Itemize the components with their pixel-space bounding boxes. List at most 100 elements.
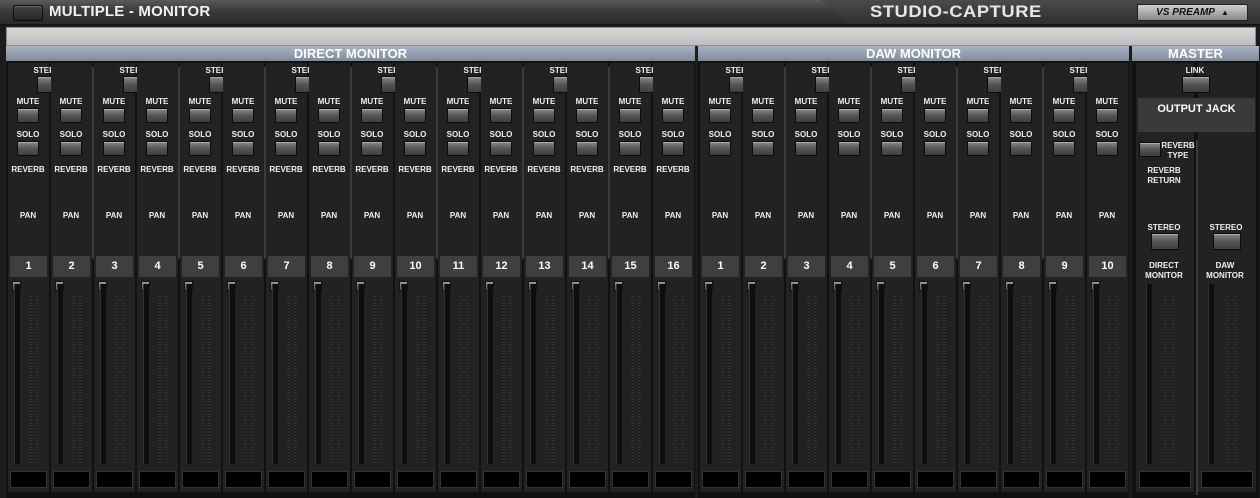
direct-ch7-solo-button[interactable]: [275, 141, 297, 156]
direct-ch4-fader-track[interactable]: [143, 284, 149, 464]
direct-ch2-solo-button[interactable]: [60, 141, 82, 156]
direct-ch13-meter-r: [552, 296, 555, 464]
direct-ch11-fader-track[interactable]: [444, 284, 450, 464]
master-daw-fader-track[interactable]: [1208, 284, 1214, 464]
direct-ch15-mute-button[interactable]: [619, 108, 641, 123]
master-direct-fader-track[interactable]: [1146, 284, 1152, 464]
direct-ch12-mute-button[interactable]: [490, 108, 512, 123]
direct-ch3-fader-track[interactable]: [100, 284, 106, 464]
direct-ch7-mute-button[interactable]: [275, 108, 297, 123]
direct-ch9-fader-track[interactable]: [358, 284, 364, 464]
direct-ch14-mute-button[interactable]: [576, 108, 598, 123]
daw-ch9-mute-button[interactable]: [1053, 108, 1075, 123]
direct-ch12-mute-label: MUTE: [489, 97, 513, 106]
direct-ch1-fader-track[interactable]: [14, 284, 20, 464]
direct-ch6-solo-button[interactable]: [232, 141, 254, 156]
direct-ch13-solo-button[interactable]: [533, 141, 555, 156]
direct-ch12-solo-button[interactable]: [490, 141, 512, 156]
direct-ch12-fader-track[interactable]: [487, 284, 493, 464]
direct-ch16-mute-button[interactable]: [662, 108, 684, 123]
direct-ch11-solo-button[interactable]: [447, 141, 469, 156]
daw-ch9-solo-button[interactable]: [1053, 141, 1075, 156]
direct-ch7-fader-track[interactable]: [272, 284, 278, 464]
direct-ch9-solo-button[interactable]: [361, 141, 383, 156]
direct-ch14-solo-button[interactable]: [576, 141, 598, 156]
direct-ch11-mute-button[interactable]: [447, 108, 469, 123]
direct-ch8-solo-button[interactable]: [318, 141, 340, 156]
daw-ch1-mute-label: MUTE: [708, 97, 732, 106]
daw-ch9-fader-track[interactable]: [1050, 284, 1056, 464]
daw-ch6-fader-track[interactable]: [921, 284, 927, 464]
daw-ch6-mute-button[interactable]: [924, 108, 946, 123]
direct-ch10-fader-track[interactable]: [401, 284, 407, 464]
daw-ch6-solo-button[interactable]: [924, 141, 946, 156]
direct-ch1-solo-button[interactable]: [17, 141, 39, 156]
master-direct-value-display: [1139, 471, 1191, 488]
daw-ch5-mute-button[interactable]: [881, 108, 903, 123]
direct-ch5-mute-button[interactable]: [189, 108, 211, 123]
daw-ch10-solo-button[interactable]: [1096, 141, 1118, 156]
direct-ch9-mute-button[interactable]: [361, 108, 383, 123]
direct-ch6-fader-track[interactable]: [229, 284, 235, 464]
direct-ch13-mute-button[interactable]: [533, 108, 555, 123]
daw-ch2-mute-button[interactable]: [752, 108, 774, 123]
direct-ch16-fader-track[interactable]: [659, 284, 665, 464]
daw-ch8-solo-button[interactable]: [1010, 141, 1032, 156]
direct-ch10-mute-button[interactable]: [404, 108, 426, 123]
direct-ch2-fader-track[interactable]: [57, 284, 63, 464]
daw-ch10-mute-button[interactable]: [1096, 108, 1118, 123]
daw-ch3-solo-button[interactable]: [795, 141, 817, 156]
direct-ch15-solo-button[interactable]: [619, 141, 641, 156]
direct-ch14-fader-track[interactable]: [573, 284, 579, 464]
direct-ch8-fader-track[interactable]: [315, 284, 321, 464]
daw-ch2-fader-track[interactable]: [749, 284, 755, 464]
direct-ch16-solo-button[interactable]: [662, 141, 684, 156]
daw-ch8-mute-button[interactable]: [1010, 108, 1032, 123]
direct-ch9-value-display: [354, 471, 391, 488]
direct-ch1-mute-button[interactable]: [17, 108, 39, 123]
daw-ch3-fader-track[interactable]: [792, 284, 798, 464]
daw-ch9-solo-label: SOLO: [1052, 130, 1076, 139]
direct-ch12-solo-label: SOLO: [489, 130, 513, 139]
direct-ch10-solo-button[interactable]: [404, 141, 426, 156]
daw-ch5-fader-track[interactable]: [878, 284, 884, 464]
direct-ch5-solo-button[interactable]: [189, 141, 211, 156]
direct-ch2-mute-button[interactable]: [60, 108, 82, 123]
daw-stereo-button[interactable]: [1213, 233, 1241, 250]
direct-ch5-fader-track[interactable]: [186, 284, 192, 464]
daw-ch3-mute-button[interactable]: [795, 108, 817, 123]
daw-ch1-solo-button[interactable]: [709, 141, 731, 156]
daw-ch4-solo-button[interactable]: [838, 141, 860, 156]
daw-ch7-mute-button[interactable]: [967, 108, 989, 123]
daw-ch4-value-display: [831, 471, 868, 488]
direct-ch15-fader-track[interactable]: [616, 284, 622, 464]
direct-ch6-mute-button[interactable]: [232, 108, 254, 123]
direct-ch4-mute-button[interactable]: [146, 108, 168, 123]
daw-ch2-solo-button[interactable]: [752, 141, 774, 156]
direct-ch8-mute-button[interactable]: [318, 108, 340, 123]
daw-ch7-solo-button[interactable]: [967, 141, 989, 156]
daw-ch10-value-display: [1089, 471, 1126, 488]
direct-ch14-number: 14: [569, 256, 606, 277]
daw-ch1-fader-track[interactable]: [706, 284, 712, 464]
daw-ch4-fader-track[interactable]: [835, 284, 841, 464]
direct-ch13-fader-track[interactable]: [530, 284, 536, 464]
daw-ch4-mute-button[interactable]: [838, 108, 860, 123]
direct-ch3-solo-button[interactable]: [103, 141, 125, 156]
direct-ch15-reverb-label: REVERB: [613, 165, 647, 174]
window-menu-button[interactable]: [13, 5, 43, 21]
vs-preamp-label: VS PREAMP: [1156, 7, 1215, 18]
vs-preamp-button[interactable]: VS PREAMP ▲: [1137, 4, 1248, 21]
link-button[interactable]: [1182, 76, 1210, 93]
daw-ch8-fader-track[interactable]: [1007, 284, 1013, 464]
direct-stereo-button[interactable]: [1151, 233, 1179, 250]
daw-ch7-fader-track[interactable]: [964, 284, 970, 464]
direct-ch4-solo-button[interactable]: [146, 141, 168, 156]
direct-ch15-value-display: [612, 471, 649, 488]
direct-ch3-mute-button[interactable]: [103, 108, 125, 123]
daw-ch9-value-display: [1046, 471, 1083, 488]
daw-ch1-mute-button[interactable]: [709, 108, 731, 123]
daw-ch10-fader-track[interactable]: [1093, 284, 1099, 464]
master-divider: [1196, 140, 1198, 495]
daw-ch5-solo-button[interactable]: [881, 141, 903, 156]
